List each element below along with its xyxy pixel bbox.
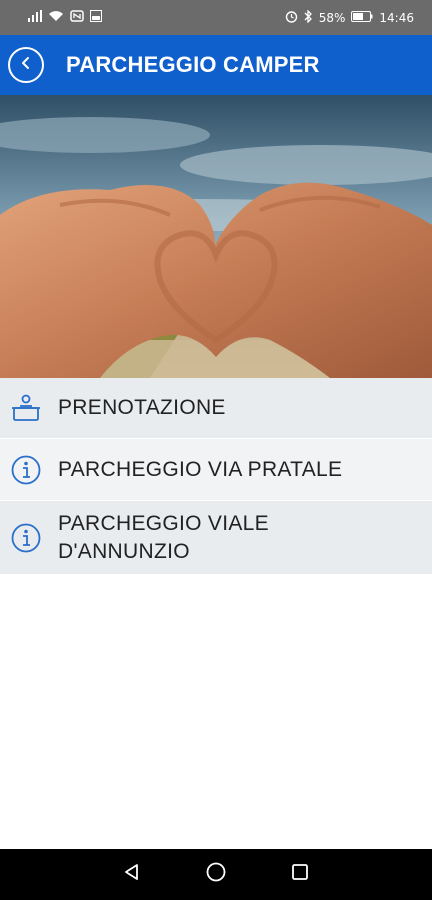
menu-item-parcheggio-viale-dannunzio[interactable]: PARCHEGGIO VIALE D'ANNUNZIO [0,501,432,575]
back-triangle-icon [122,862,142,887]
page-title: PARCHEGGIO CAMPER [66,52,320,77]
home-circle-icon [205,861,227,888]
menu-item-label: PRENOTAZIONE [58,396,226,419]
battery-percent: 58% [318,10,346,25]
hero-image [0,95,432,378]
info-icon [10,522,42,554]
bluetooth-icon [304,8,313,26]
system-nav-bar [0,849,432,900]
battery-icon [351,10,373,25]
menu-item-label: PARCHEGGIO VIA PRATALE [58,457,343,481]
menu-item-label-line1: PARCHEGGIO VIALE [58,511,269,535]
menu-list: PRENOTAZIONE PARCHEGGIO VIA PRATALE PARC… [0,378,432,575]
alarm-icon [285,10,298,26]
wifi-icon [48,10,64,25]
menu-item-label-line2: D'ANNUNZIO [58,539,190,563]
signal-icon [28,10,42,25]
info-icon [10,454,42,486]
heart-hands-camper-image [0,95,432,378]
back-button[interactable] [8,47,44,83]
nfc-icon [70,10,84,25]
nav-home-button[interactable] [201,860,231,890]
image-icon [90,10,102,25]
nav-back-button[interactable] [117,860,147,890]
app-header: PARCHEGGIO CAMPER [0,35,432,95]
menu-item-parcheggio-via-pratale[interactable]: PARCHEGGIO VIA PRATALE [0,439,432,501]
status-left [28,10,102,25]
menu-item-label: PARCHEGGIO VIALE D'ANNUNZIO [58,510,269,566]
back-arrow-icon [19,56,33,75]
reception-desk-icon [10,392,42,424]
clock-time: 14:46 [379,10,414,25]
menu-item-prenotazione[interactable]: PRENOTAZIONE [0,378,432,439]
status-right: 58% 14:46 [285,8,414,26]
nav-recents-button[interactable] [285,860,315,890]
recents-square-icon [291,863,309,886]
status-bar: 58% 14:46 [0,0,432,35]
